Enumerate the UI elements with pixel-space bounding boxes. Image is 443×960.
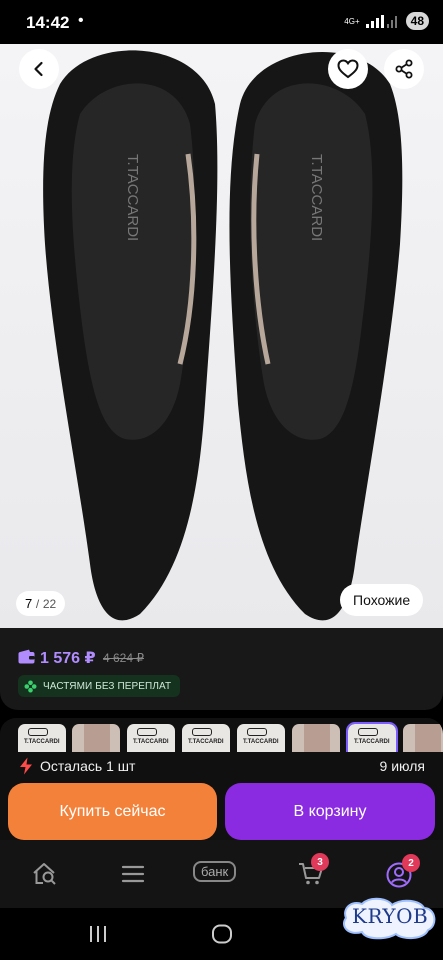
right-insole-brand: T.TACCARDI [308, 154, 325, 241]
thumbnail-selected[interactable]: T.TACCARDI [346, 722, 398, 752]
watermark-text: KRYOB [352, 904, 429, 928]
thumbnail-brand: T.TACCARDI [24, 739, 60, 745]
wallet-icon [18, 649, 35, 664]
delivery-date: 9 июля [379, 758, 425, 774]
recent-apps-icon[interactable] [88, 925, 108, 943]
thumbnail[interactable]: T.TACCARDI [182, 724, 230, 752]
thumbnail[interactable] [72, 724, 120, 752]
nav-home[interactable] [32, 862, 58, 891]
home-button-icon[interactable] [211, 924, 233, 944]
product-photo: T.TACCARDI T.TACCARDI [0, 44, 443, 628]
share-button[interactable] [384, 49, 424, 89]
nav-profile[interactable]: 2 [386, 854, 420, 893]
buy-now-button[interactable]: Купить сейчас [8, 783, 217, 840]
stock-row: Осталась 1 шт 9 июля [0, 752, 443, 780]
image-counter-total: 22 [42, 597, 57, 611]
status-icons: 4G+ 48 [344, 12, 429, 30]
svg-text:T.TACCARDI: T.TACCARDI [124, 154, 141, 241]
thumbnail[interactable]: T.TACCARDI [127, 724, 175, 752]
status-bar: 14:42 • 4G+ 48 [0, 0, 443, 44]
installments-label: ЧАСТЯМИ БЕЗ ПЕРЕПЛАТ [43, 680, 172, 692]
nav-cart[interactable]: 3 [298, 853, 329, 891]
add-to-cart-button[interactable]: В корзину [225, 783, 435, 840]
installments-icon [24, 680, 37, 692]
favorite-button[interactable] [328, 49, 368, 89]
nav-catalog[interactable] [120, 862, 146, 891]
heart-icon [337, 59, 359, 79]
thumbnail-brand: T.TACCARDI [354, 739, 390, 745]
thumbnail-brand: T.TACCARDI [188, 739, 224, 745]
action-buttons: Купить сейчас В корзину [0, 780, 443, 840]
home-search-icon [33, 863, 56, 885]
thumbnail-brand: T.TACCARDI [133, 739, 169, 745]
lightning-icon [20, 757, 32, 775]
chevron-left-icon [34, 61, 43, 77]
current-price: 1 576 ₽ [40, 650, 96, 667]
thumbnail[interactable] [292, 724, 340, 752]
stock-label: Осталась 1 шт [40, 758, 136, 774]
price-block: 1 576 ₽ 4 624 ₽ ЧАСТЯМИ БЕЗ ПЕРЕПЛАТ [0, 628, 443, 710]
status-time: 14:42 [26, 13, 70, 32]
nav-bank[interactable]: банк [193, 861, 237, 882]
thumbnail[interactable] [403, 724, 443, 752]
variant-thumbnails: T.TACCARDI T.TACCARDI T.TACCARDI T.TACCA… [0, 718, 443, 752]
cart-badge: 3 [311, 853, 329, 871]
product-gallery[interactable]: T.TACCARDI T.TACCARDI 7 / 22 Похожие [0, 44, 443, 628]
old-price: 4 624 ₽ [103, 651, 144, 665]
bank-label: банк [193, 861, 237, 882]
back-button[interactable] [19, 49, 59, 89]
left-insole-brand: T.TACCARDI [124, 154, 141, 241]
similar-button[interactable]: Похожие [340, 584, 424, 616]
menu-icon [121, 865, 145, 883]
image-counter: 7 / 22 [16, 591, 66, 616]
svg-text:T.TACCARDI: T.TACCARDI [308, 154, 325, 241]
thumbnail-brand: T.TACCARDI [243, 739, 279, 745]
battery-indicator: 48 [405, 12, 429, 30]
share-icon [395, 59, 413, 79]
image-counter-separator: / [35, 597, 40, 611]
image-counter-current: 7 [25, 596, 33, 611]
thumbnail[interactable]: T.TACCARDI [18, 724, 66, 752]
watermark-badge: KRYOB [340, 896, 438, 940]
signal-icon [365, 15, 397, 28]
thumbnail[interactable]: T.TACCARDI [237, 724, 285, 752]
installments-badge[interactable]: ЧАСТЯМИ БЕЗ ПЕРЕПЛАТ [18, 675, 181, 697]
profile-badge: 2 [402, 854, 420, 872]
notification-dot: • [78, 12, 84, 29]
network-type-label: 4G+ [344, 16, 360, 26]
